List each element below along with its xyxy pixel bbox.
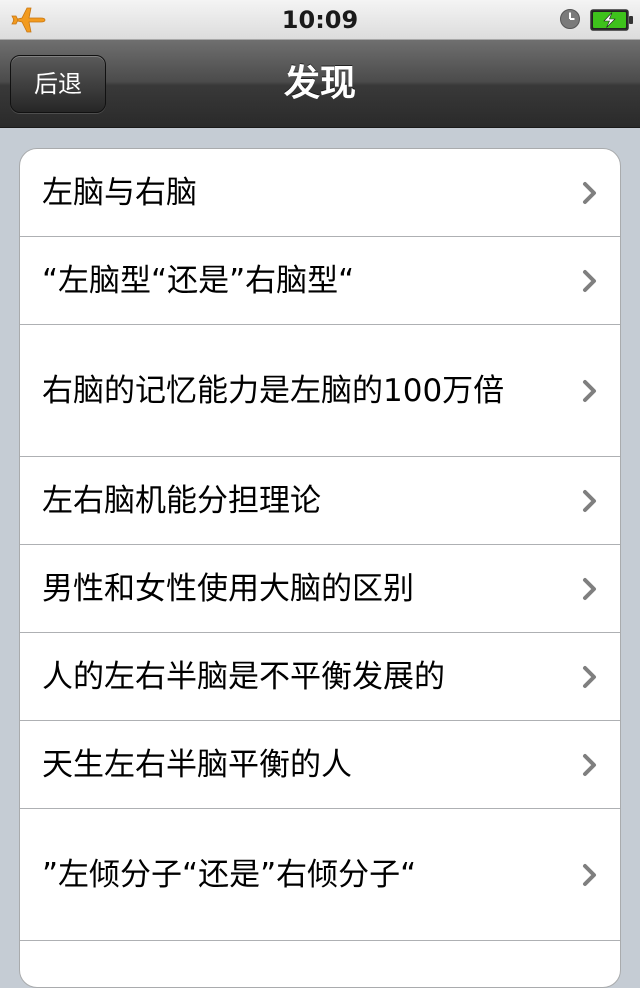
list-item-label: 男性和女性使用大脑的区别 <box>42 570 414 607</box>
chevron-right-icon <box>583 665 596 688</box>
clock-icon <box>560 9 580 29</box>
list-item-label: ”左倾分子“还是”右倾分子“ <box>42 856 417 893</box>
chevron-right-icon <box>583 577 596 600</box>
chevron-right-icon <box>583 863 596 886</box>
list-item-label: 天生左右半脑平衡的人 <box>42 746 352 783</box>
topic-list: 左脑与右脑 “左脑型“还是”右脑型“ 右脑的记忆能力是左脑的100万倍 左右脑机… <box>19 148 621 988</box>
chevron-right-icon <box>583 489 596 512</box>
list-item[interactable]: 男性和女性使用大脑的区别 <box>20 545 620 633</box>
list-item-label: “左脑型“还是”右脑型“ <box>42 262 355 299</box>
back-button[interactable]: 后退 <box>10 55 106 113</box>
list-item[interactable]: 右脑的记忆能力是左脑的100万倍 <box>20 325 620 457</box>
chevron-right-icon <box>583 753 596 776</box>
list-item[interactable]: 左右脑机能分担理论 <box>20 457 620 545</box>
page-title: 发现 <box>283 63 356 104</box>
chevron-right-icon <box>583 181 596 204</box>
navigation-bar: 后退 发现 <box>0 40 640 128</box>
list-item-label: 左脑与右脑 <box>42 174 197 211</box>
status-time: 10:09 <box>281 6 359 34</box>
chevron-right-icon <box>583 379 596 402</box>
status-bar: 10:09 <box>0 0 640 40</box>
list-item-label: 左右脑机能分担理论 <box>42 482 321 519</box>
chevron-right-icon <box>583 269 596 292</box>
list-item[interactable]: 左脑与右脑 <box>20 149 620 237</box>
list-item[interactable]: ”左倾分子“还是”右倾分子“ <box>20 809 620 941</box>
list-item-label: 人的左右半脑是不平衡发展的 <box>42 658 445 695</box>
list-item[interactable]: 人的左右半脑是不平衡发展的 <box>20 633 620 721</box>
list-item[interactable]: 天生左右半脑平衡的人 <box>20 721 620 809</box>
list-item-label: 右脑的记忆能力是左脑的100万倍 <box>42 372 505 409</box>
list-item[interactable]: “左脑型“还是”右脑型“ <box>20 237 620 325</box>
battery-charging-icon <box>590 9 633 31</box>
